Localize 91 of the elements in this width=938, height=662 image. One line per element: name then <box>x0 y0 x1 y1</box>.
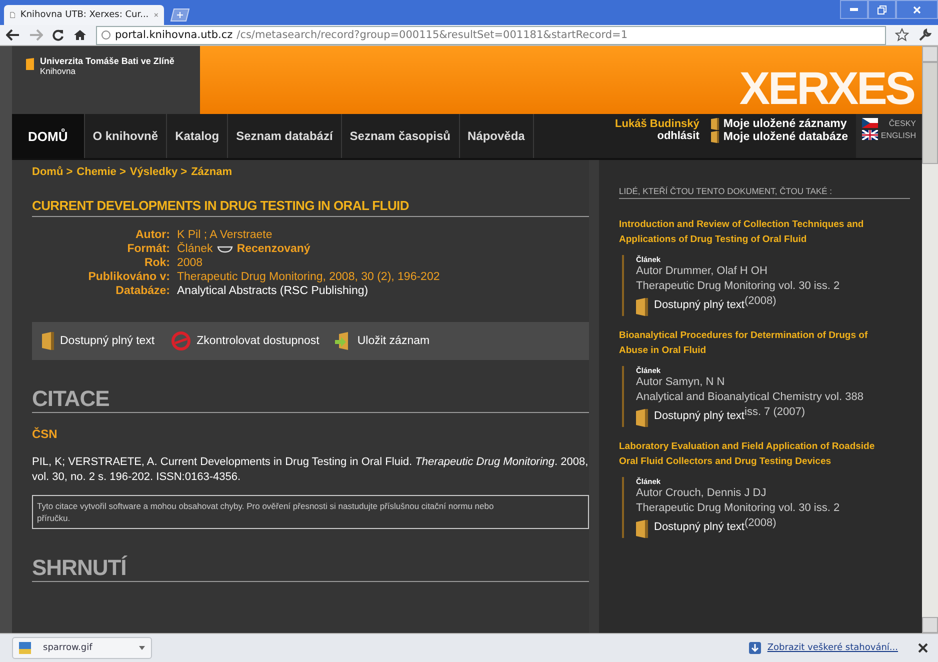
saved-databases-link[interactable]: Moje uložené databáze <box>723 131 848 143</box>
download-file-name: sparrow.gif <box>43 643 94 653</box>
item-journal-continuation: iss. 7 (2007) <box>744 406 806 418</box>
field-value-link[interactable]: 2008 <box>177 257 203 269</box>
door-icon <box>636 520 648 538</box>
breadcrumb-link[interactable]: Výsledky > <box>130 166 188 178</box>
field-label: Databáze: <box>114 285 170 297</box>
section-heading: SHRNUTÍ <box>32 555 589 582</box>
citation-text: PIL, K; VERSTRAETE, A. Current Developments in Drug Testing in Oral Fluid. Therapeutic Drug Monitoring. 2008, vol. 30, no. 2 s. 196-202. ISSN:0163-4356. <box>32 455 589 485</box>
restore-button[interactable] <box>868 0 896 19</box>
tab-title: Knihovna UTB: Xerxes: Cur... <box>20 10 149 20</box>
page-icon <box>10 9 16 21</box>
door-icon <box>636 409 648 427</box>
saved-records-link[interactable]: Moje uložené záznamy <box>723 118 847 130</box>
item-journal: Analytical and Bioanalytical Chemistry vol. 388 <box>636 390 864 405</box>
field-label: Rok: <box>143 257 170 269</box>
logout-link[interactable]: odhlásit <box>657 130 700 142</box>
door-icon <box>711 118 720 130</box>
field-label: Formát: <box>126 243 170 255</box>
section-heading: CITACE <box>32 386 589 413</box>
uk-flag-icon <box>862 130 878 140</box>
item-author: Autor Drummer, Olaf H OH <box>636 264 768 279</box>
item-journal-continuation: (2008) <box>744 517 776 529</box>
show-all-downloads-link[interactable]: Zobrazit veškeré stahování... <box>767 643 898 653</box>
nav-tab[interactable]: O knihovně <box>84 114 168 158</box>
field-value-link[interactable]: Therapeutic Drug Monitoring, 2008, 30 (2), 196-202 <box>177 271 440 283</box>
field-value: Analytical Abstracts (RSC Publishing) <box>177 285 368 297</box>
minimize-button[interactable] <box>840 0 868 19</box>
item-journal-continuation: (2008) <box>744 295 776 307</box>
ring-icon <box>170 331 191 351</box>
related-title-link[interactable]: Bioanalytical Procedures for Determination of Drugs of Abuse in Oral Fluid <box>619 328 910 358</box>
close-icon <box>912 4 922 14</box>
item-author: Autor Crouch, Dennis J DJ <box>636 486 768 501</box>
language-link[interactable]: ENGLISH <box>880 130 916 140</box>
browser-tab[interactable]: Knihovna UTB: Xerxes: Cur... <box>4 5 164 25</box>
caret-icon[interactable] <box>139 646 145 650</box>
breadcrumb-link[interactable]: Záznam <box>191 166 232 178</box>
field-value-link[interactable]: K Pil ; A Verstraete <box>177 229 272 241</box>
download-icon <box>749 642 762 654</box>
fulltext-link[interactable]: Dostupný plný text <box>654 410 744 422</box>
close-icon[interactable] <box>918 643 928 653</box>
breadcrumb-link[interactable]: Domů > <box>32 166 73 178</box>
door-icon <box>42 332 54 350</box>
home-icon[interactable] <box>73 29 87 41</box>
fulltext-link[interactable]: Dostupný plný text <box>654 521 744 533</box>
related-title-link[interactable]: Introduction and Review of Collection Techniques and Applications of Drug Testing of Oral Fluid <box>619 217 910 247</box>
address-bar[interactable]: portal.knihovna.utb.cz /cs/metasearch/record?group=000115&resultSet=001181&startRecord=1 <box>96 26 886 44</box>
item-author: Autor Samyn, N N <box>636 375 726 390</box>
back-icon[interactable] <box>6 29 20 41</box>
citation-style: ČSN <box>32 427 58 441</box>
nav-tab[interactable]: Seznam databází <box>228 114 342 158</box>
restore-icon <box>877 4 887 14</box>
format-value: Článek <box>177 243 213 255</box>
breadcrumb-link[interactable]: Chemie > <box>76 166 126 178</box>
minimize-icon <box>850 8 858 11</box>
nav-tab[interactable]: Katalog <box>167 114 228 158</box>
book-logo-icon <box>26 58 34 70</box>
related-title-link[interactable]: Laboratory Evaluation and Field Application of Roadside Oral Fluid Collectors and Drug Testing Devices <box>619 439 910 469</box>
action-link[interactable]: Uložit záznam <box>357 335 430 347</box>
item-journal: Therapeutic Drug Monitoring vol. 30 iss. 2 <box>636 279 841 294</box>
institution-name: Univerzita Tomáše Bati ve Zlíně <box>40 56 174 66</box>
star-icon[interactable] <box>895 28 909 42</box>
scrollbar[interactable] <box>922 46 938 633</box>
nav-tab[interactable]: Nápověda <box>460 114 534 158</box>
user-name: Lukáš Budinský <box>615 118 700 130</box>
bowl-icon <box>216 245 233 253</box>
nav-tab[interactable]: Seznam časopisů <box>342 114 460 158</box>
action-link[interactable]: Zkontrolovat dostupnost <box>196 335 320 347</box>
czech-flag-icon <box>862 118 878 128</box>
record-title: CURRENT DEVELOPMENTS IN DRUG TESTING IN ORAL FLUID <box>32 198 589 217</box>
door-icon <box>636 298 648 316</box>
peer-reviewed-label: Recenzovaný <box>236 243 310 255</box>
library-name: Knihovna <box>40 66 76 76</box>
close-window-button[interactable] <box>896 0 938 19</box>
image-file-icon <box>19 642 31 654</box>
download-item[interactable]: sparrow.gif <box>12 637 152 659</box>
language-link[interactable]: ČESKY <box>888 118 916 128</box>
fulltext-link[interactable]: Dostupný plný text <box>654 299 744 311</box>
sidebar-heading: LIDÉ, KTEŘÍ ČTOU TENTO DOKUMENT, ČTOU TAKÉ : <box>619 186 910 199</box>
nav-tab[interactable]: DOMŮ <box>12 114 85 158</box>
action-link[interactable]: Dostupný plný text <box>60 335 155 347</box>
wrench-icon[interactable] <box>918 28 932 42</box>
reload-icon[interactable] <box>52 29 64 41</box>
citation-note: Tyto citace vytvořil software a mohou obsahovat chyby. Pro ověření přesnosti si nastudujte příslušnou citační normu nebo příručku. <box>32 495 589 529</box>
new-tab-icon[interactable] <box>168 8 190 22</box>
field-label: Autor: <box>134 229 170 241</box>
field-label: Publikováno v: <box>87 271 170 283</box>
globe-icon <box>101 30 111 40</box>
door-icon <box>711 131 720 143</box>
xerxes-logo: XERXES <box>739 62 916 114</box>
item-journal: Therapeutic Drug Monitoring vol. 30 iss. 2 <box>636 501 841 516</box>
